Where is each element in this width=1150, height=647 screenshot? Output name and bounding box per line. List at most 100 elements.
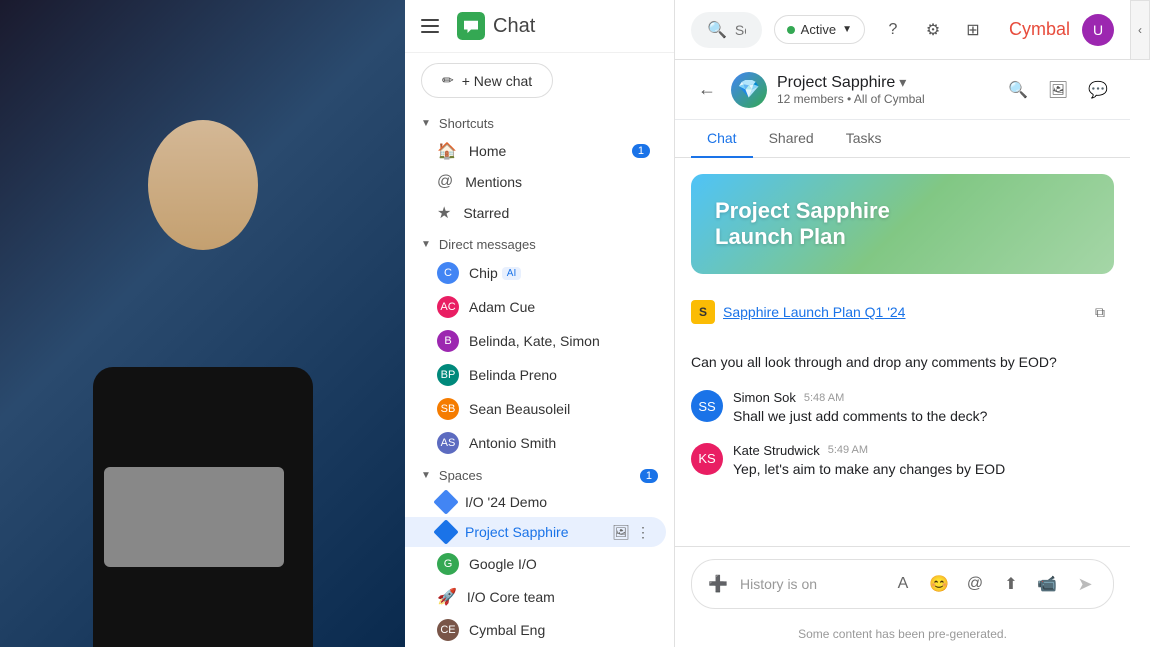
kate-avatar: KS — [691, 443, 723, 475]
video-icon-button[interactable]: 📹 — [1033, 570, 1061, 598]
user-avatar[interactable]: U — [1082, 14, 1114, 46]
simon-text: Shall we just add comments to the deck? — [733, 407, 1114, 427]
send-icon: ➤ — [1077, 574, 1092, 595]
new-chat-button[interactable]: ✏ + New chat — [421, 63, 553, 98]
chat-options-icon: 💬 — [1088, 80, 1108, 100]
sidebar-item-starred[interactable]: ★ Starred — [405, 197, 666, 229]
search-in-channel-button[interactable]: 🔍 — [1002, 74, 1034, 106]
emoji-icon: 😊 — [929, 574, 949, 594]
home-label: Home — [469, 143, 506, 159]
tab-chat-label: Chat — [707, 130, 737, 146]
input-box: ➕ History is on A 😊 @ ⬆ — [691, 559, 1114, 609]
sidebar-item-belinda-preno[interactable]: BP Belinda Preno — [405, 358, 666, 392]
kate-message-content: Kate Strudwick 5:49 AM Yep, let's aim to… — [733, 443, 1114, 480]
simon-avatar: SS — [691, 390, 723, 422]
video-icon: 📹 — [1037, 574, 1057, 594]
mention-icon: @ — [967, 575, 983, 593]
upload-icon: ⬆ — [1004, 574, 1017, 594]
video-section — [0, 0, 405, 647]
send-button[interactable]: ➤ — [1069, 568, 1101, 600]
google-io-avatar: G — [437, 553, 459, 575]
tab-shared[interactable]: Shared — [753, 120, 830, 158]
mentions-label: Mentions — [465, 174, 522, 190]
ai-badge: AI — [502, 267, 521, 280]
tab-tasks[interactable]: Tasks — [830, 120, 898, 158]
doc-card-title: Project SapphireLaunch Plan — [715, 198, 890, 250]
sidebar-item-io-core-team[interactable]: 🚀 I/O Core team — [405, 581, 666, 613]
sidebar-item-project-sapphire[interactable]: Project Sapphire 🖼 ⋮ — [405, 517, 666, 547]
sidebar-item-antonio-smith[interactable]: AS Antonio Smith — [405, 426, 666, 460]
format-icon-button[interactable]: A — [889, 570, 917, 598]
pre-generated-text: Some content has been pre-generated. — [798, 627, 1007, 641]
search-box[interactable]: 🔍 — [691, 12, 762, 48]
doc-copy-button[interactable]: ⧉ — [1086, 298, 1114, 326]
copy-icon: ⧉ — [1095, 304, 1105, 321]
message-row-kate: KS Kate Strudwick 5:49 AM Yep, let's aim… — [691, 443, 1114, 480]
chat-options-button[interactable]: 💬 — [1082, 74, 1114, 106]
review-message: Can you all look through and drop any co… — [691, 350, 1114, 374]
tab-tasks-label: Tasks — [846, 130, 882, 146]
sapphire-more-icon[interactable]: ⋮ — [636, 524, 650, 541]
image-button[interactable]: 🖼 — [1042, 74, 1074, 106]
simon-author: Simon Sok — [733, 390, 796, 405]
sidebar-item-cymbal-eng[interactable]: CE Cymbal Eng — [405, 613, 666, 647]
dm-chevron: ▼ — [421, 239, 431, 250]
collapse-toggle[interactable]: ‹ — [1130, 0, 1150, 60]
tab-chat[interactable]: Chat — [691, 120, 753, 158]
sidebar-item-home[interactable]: 🏠 Home 1 — [405, 135, 666, 167]
add-icon-button[interactable]: ➕ — [704, 570, 732, 598]
shortcuts-section-header[interactable]: ▼ Shortcuts — [405, 108, 674, 135]
google-io-label: Google I/O — [469, 556, 537, 572]
doc-link-text[interactable]: Sapphire Launch Plan Q1 '24 — [723, 304, 905, 320]
sidebar-item-belinda-kate-simon[interactable]: B Belinda, Kate, Simon — [405, 324, 666, 358]
io-2024-demo-icon — [433, 489, 458, 514]
project-sapphire-actions: 🖼 ⋮ — [612, 524, 650, 541]
sidebar-item-io-2024-demo[interactable]: I/O '24 Demo — [405, 487, 666, 517]
menu-icon[interactable] — [421, 14, 445, 38]
sidebar-item-mentions[interactable]: @ Mentions — [405, 167, 666, 197]
io-2024-demo-label: I/O '24 Demo — [465, 494, 547, 510]
status-dot — [787, 26, 795, 34]
add-icon: ➕ — [708, 574, 728, 594]
belinda-kate-simon-avatar: B — [437, 330, 459, 352]
settings-button[interactable]: ⚙ — [917, 14, 949, 46]
status-label: Active — [801, 22, 836, 37]
antonio-smith-avatar: AS — [437, 432, 459, 454]
search-input[interactable] — [735, 22, 746, 38]
emoji-icon-button[interactable]: 😊 — [925, 570, 953, 598]
spaces-label: Spaces — [439, 468, 482, 483]
chat-logo-icon — [457, 12, 485, 40]
grid-icon: ⊞ — [966, 20, 979, 40]
mention-icon-button[interactable]: @ — [961, 570, 989, 598]
collapse-icon: ‹ — [1138, 23, 1142, 37]
mentions-icon: @ — [437, 173, 453, 191]
tab-shared-label: Shared — [769, 130, 814, 146]
sapphire-img-icon[interactable]: 🖼 — [612, 524, 630, 541]
upload-icon-button[interactable]: ⬆ — [997, 570, 1025, 598]
kate-author-line: Kate Strudwick 5:49 AM — [733, 443, 1114, 458]
channel-dropdown-icon[interactable]: ▾ — [899, 74, 906, 91]
brand-logo: Cymbal — [1009, 19, 1070, 40]
help-button[interactable]: ? — [877, 14, 909, 46]
channel-info: Project Sapphire ▾ 12 members • All of C… — [777, 74, 1002, 106]
sidebar-item-sean-beausoleil[interactable]: SB Sean Beausoleil — [405, 392, 666, 426]
apps-button[interactable]: ⊞ — [957, 14, 989, 46]
back-button[interactable]: ← — [691, 74, 723, 106]
sidebar-item-google-io[interactable]: G Google I/O — [405, 547, 666, 581]
simon-author-line: Simon Sok 5:48 AM — [733, 390, 1114, 405]
spaces-section-header[interactable]: ▼ Spaces 1 — [405, 460, 674, 487]
sidebar-item-adam-cue[interactable]: AC Adam Cue — [405, 290, 666, 324]
direct-messages-section-header[interactable]: ▼ Direct messages — [405, 229, 674, 256]
back-arrow-icon: ← — [698, 79, 716, 100]
io-core-team-label: I/O Core team — [467, 589, 555, 605]
format-icon: A — [898, 575, 909, 593]
new-chat-icon: ✏ — [442, 72, 454, 89]
status-button[interactable]: Active ▼ — [774, 15, 865, 44]
meta-separator: • — [847, 92, 854, 106]
chip-label: Chip — [469, 265, 498, 281]
dm-label: Direct messages — [439, 237, 536, 252]
sean-beausoleil-avatar: SB — [437, 398, 459, 420]
channel-meta: 12 members • All of Cymbal — [777, 92, 1002, 106]
sidebar-item-chip[interactable]: C Chip AI — [405, 256, 666, 290]
top-icons: ? ⚙ ⊞ — [877, 14, 989, 46]
